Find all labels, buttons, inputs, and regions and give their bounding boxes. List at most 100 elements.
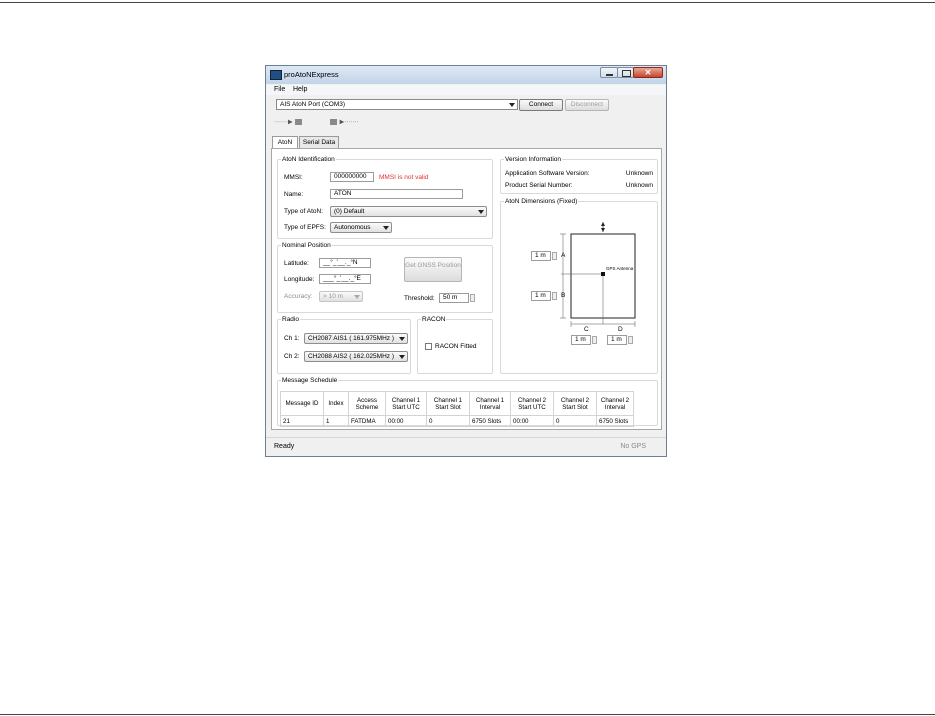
- disconnect-button[interactable]: Disconnect: [565, 99, 609, 111]
- latitude-input[interactable]: __°_'__._°N: [319, 258, 371, 268]
- column-header: Channel 1 Start UTC: [385, 391, 427, 416]
- racon-fitted-checkbox[interactable]: [425, 343, 432, 350]
- dimensions-diagram: [560, 222, 636, 327]
- table-cell: 0: [426, 415, 470, 427]
- epfs-type-value: Autonomous: [334, 224, 371, 231]
- status-bar: Ready No GPS: [266, 437, 666, 456]
- toolbar: ·······▶ ▶·······: [272, 116, 392, 134]
- table-cell: 6750 Slots: [596, 415, 634, 427]
- menu-help[interactable]: Help: [293, 86, 307, 93]
- column-header: Channel 1 Interval: [469, 391, 511, 416]
- dimension-a-spinner[interactable]: [552, 252, 557, 260]
- column-header: Channel 2 Interval: [596, 391, 634, 416]
- read-from-device-button[interactable]: ·······▶: [274, 118, 308, 130]
- racon-group: RACON RACON Fitted: [417, 316, 493, 374]
- dimension-d-spinner[interactable]: [628, 336, 633, 344]
- gps-antenna-label: GPS Antenna: [606, 266, 634, 271]
- group-title: RACON: [421, 316, 447, 323]
- chevron-down-icon: [383, 226, 389, 230]
- epfs-type-label: Type of EPFS:: [284, 224, 326, 231]
- threshold-input[interactable]: 50 m: [439, 293, 469, 303]
- app-window: proAtoNExpress ✕ File Help AIS AtoN Port…: [265, 65, 667, 457]
- table-cell: 0: [553, 415, 597, 427]
- threshold-spinner[interactable]: [470, 294, 475, 302]
- dimension-c-spinner[interactable]: [592, 336, 597, 344]
- get-gnss-position-button[interactable]: Get GNSS Position: [404, 257, 462, 282]
- maximize-button[interactable]: [617, 67, 634, 78]
- chevron-down-icon: [399, 355, 405, 359]
- radio-group: Radio Ch 1: CH2087 AIS1 ( 161.975MHz ) C…: [277, 316, 411, 374]
- group-title: AtoN Identification: [281, 156, 336, 163]
- bottom-rule: [0, 714, 935, 715]
- chevron-down-icon: [478, 210, 484, 214]
- latitude-label: Latitude:: [284, 260, 309, 267]
- mmsi-input[interactable]: 000000000: [330, 172, 374, 182]
- group-title: Version Information: [504, 156, 563, 163]
- port-select[interactable]: AIS AtoN Port (COM3): [276, 99, 518, 110]
- table-cell: 1: [323, 415, 349, 427]
- tab-serial-data[interactable]: Serial Data: [299, 136, 339, 148]
- racon-fitted-label: RACON Fitted: [435, 343, 477, 350]
- gps-status: No GPS: [620, 443, 646, 450]
- table-cell: 21: [280, 415, 324, 427]
- ch1-select[interactable]: CH2087 AIS1 ( 161.975MHz ): [304, 333, 408, 344]
- group-title: Nominal Position: [281, 242, 332, 249]
- column-header: Access Scheme: [348, 391, 386, 416]
- dimension-d-label: D: [618, 326, 623, 333]
- serial-number-label: Product Serial Number:: [505, 182, 573, 189]
- name-label: Name:: [284, 191, 304, 198]
- title-bar: proAtoNExpress ✕: [266, 66, 666, 84]
- dimension-d-input[interactable]: 1 m: [607, 335, 627, 345]
- column-header: Channel 1 Start Slot: [426, 391, 470, 416]
- ch2-label: Ch 2:: [284, 353, 300, 360]
- chevron-down-icon: [509, 103, 515, 107]
- connect-button[interactable]: Connect: [519, 99, 563, 111]
- column-header: Message ID: [280, 391, 324, 416]
- chevron-down-icon: [399, 337, 405, 341]
- chevron-down-icon: [354, 295, 360, 299]
- message-schedule-table: Message ID Index Access Scheme Channel 1…: [280, 391, 634, 427]
- table-header-row: Message ID Index Access Scheme Channel 1…: [280, 391, 634, 416]
- aton-type-value: (0) Default: [334, 208, 365, 215]
- aton-type-label: Type of AtoN:: [284, 208, 324, 215]
- status-text: Ready: [274, 443, 295, 450]
- column-header: Channel 2 Start Slot: [553, 391, 597, 416]
- tab-bar: AtoN Serial Data: [272, 136, 572, 149]
- group-title: Radio: [281, 316, 300, 323]
- dimension-b-input[interactable]: 1 m: [531, 291, 551, 301]
- ch2-select[interactable]: CH2088 AIS2 ( 162.025MHz ): [304, 351, 408, 362]
- nominal-position-group: Nominal Position Latitude: __°_'__._°N L…: [277, 242, 493, 313]
- aton-panel: AtoN Identification MMSI: 000000000 MMSI…: [271, 148, 662, 430]
- dimension-b-label: B: [561, 292, 566, 299]
- longitude-label: Longitude:: [284, 276, 315, 283]
- menu-file[interactable]: File: [274, 86, 285, 93]
- close-button[interactable]: ✕: [633, 67, 663, 78]
- name-input[interactable]: ATON: [330, 189, 463, 199]
- column-header: Channel 2 Start UTC: [510, 391, 554, 416]
- top-rule: [0, 2, 935, 3]
- table-cell: FATDMA: [348, 415, 386, 427]
- ch1-value: CH2087 AIS1 ( 161.975MHz ): [308, 335, 394, 342]
- port-select-value: AIS AtoN Port (COM3): [280, 101, 346, 108]
- app-version-value: Unknown: [625, 170, 653, 177]
- table-cell: 00:00: [385, 415, 427, 427]
- minimize-button[interactable]: [600, 67, 618, 78]
- mmsi-error: MMSI is not valid: [379, 174, 429, 181]
- write-to-device-button[interactable]: ▶·······: [329, 118, 363, 130]
- dimension-a-label: A: [561, 252, 566, 259]
- dimension-a-input[interactable]: 1 m: [531, 251, 551, 261]
- aton-type-select[interactable]: (0) Default: [330, 206, 487, 217]
- dimension-b-spinner[interactable]: [552, 292, 557, 300]
- device-icon: [295, 119, 303, 125]
- column-header: Index: [323, 391, 349, 416]
- longitude-input[interactable]: ___°_'__._°E: [319, 274, 371, 284]
- group-title: Message Schedule: [281, 377, 339, 384]
- epfs-type-select[interactable]: Autonomous: [330, 222, 392, 233]
- accuracy-select[interactable]: > 10 m: [319, 291, 363, 302]
- dimension-c-input[interactable]: 1 m: [571, 335, 591, 345]
- version-information-group: Version Information Application Software…: [500, 156, 658, 194]
- serial-number-value: Unknown: [625, 182, 653, 189]
- app-icon: [270, 70, 282, 80]
- table-row[interactable]: 21 1 FATDMA 00:00 0 6750 Slots 00:00 0 6…: [280, 415, 634, 427]
- app-version-label: Application Software Version:: [505, 170, 590, 177]
